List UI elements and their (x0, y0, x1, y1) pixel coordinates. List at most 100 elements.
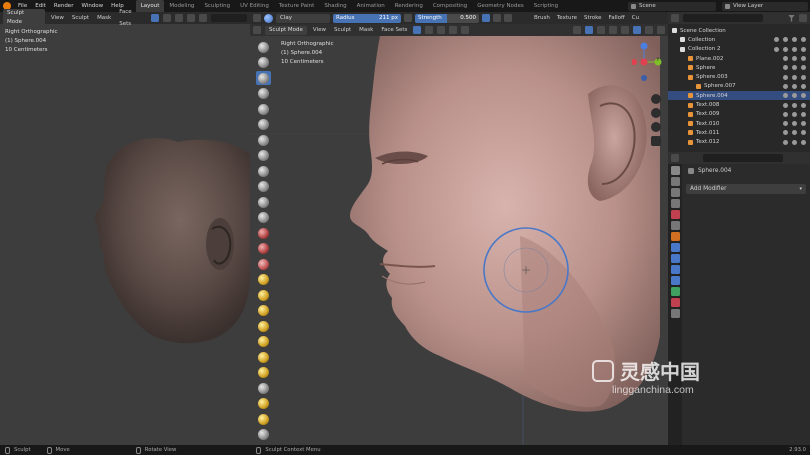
outliner-row[interactable]: Text.011 (668, 128, 810, 137)
brush-menu[interactable]: Brush (532, 12, 552, 24)
eye-icon[interactable] (792, 74, 797, 80)
camera-view-icon[interactable] (651, 122, 661, 132)
outliner-row[interactable]: Text.010 (668, 119, 810, 128)
workspace-tab-modeling[interactable]: Modeling (164, 0, 199, 12)
falloff-menu[interactable]: Falloff (607, 12, 627, 24)
gizmo-neg-z-axis[interactable] (641, 75, 647, 81)
cursor-menu[interactable]: Cu (630, 12, 641, 24)
eye-icon[interactable] (792, 102, 797, 108)
world-tab-icon[interactable] (670, 221, 680, 230)
eye-icon[interactable] (792, 111, 797, 117)
left-menu-sculpt[interactable]: Sculpt (70, 12, 91, 24)
main-menu-view[interactable]: View (311, 24, 328, 36)
restrict-select-icon[interactable] (783, 130, 788, 136)
zoom-icon[interactable] (651, 94, 661, 104)
left-viewport[interactable]: Sculpt Mode View Sculpt Mask Face Sets R… (0, 9, 250, 445)
eye-icon[interactable] (792, 56, 797, 62)
shading-wireframe-icon[interactable] (621, 26, 629, 34)
constraints-tab-icon[interactable] (670, 276, 680, 285)
shading-rendered-icon[interactable] (657, 26, 665, 34)
outliner-row[interactable]: Sphere.003 (668, 72, 810, 81)
tool-tab-icon[interactable] (670, 166, 680, 175)
restrict-select-icon[interactable] (783, 83, 788, 89)
gizmo-neg-y-axis[interactable] (631, 59, 637, 65)
main-menu-face-sets[interactable]: Face Sets (379, 24, 409, 36)
restrict-select-icon[interactable] (783, 121, 788, 127)
left-menu-view[interactable]: View (49, 12, 66, 24)
navigation-gizmo[interactable]: Y (631, 40, 666, 84)
outliner-row[interactable]: Text.009 (668, 110, 810, 119)
main-symmetry-y-icon[interactable] (425, 26, 434, 34)
workspace-tab-rendering[interactable]: Rendering (390, 0, 428, 12)
camera-render-icon[interactable] (801, 65, 806, 71)
radius-slider[interactable]: Radius 211 px (333, 13, 401, 23)
view-layer-tab-icon[interactable] (670, 199, 680, 208)
workspace-tab-scripting[interactable]: Scripting (529, 0, 563, 12)
camera-render-icon[interactable] (801, 46, 806, 52)
brush-preview-icon[interactable] (264, 13, 273, 23)
camera-render-icon[interactable] (801, 139, 806, 145)
xray-toggle-icon[interactable] (609, 26, 617, 34)
object-tab-icon[interactable] (670, 232, 680, 241)
outliner-row[interactable]: Sphere.007 (668, 82, 810, 91)
direction-subtract-icon[interactable] (504, 14, 512, 22)
physics-tab-icon[interactable] (670, 265, 680, 274)
outliner-row[interactable]: Text.012 (668, 138, 810, 147)
gizmo-toggle-icon[interactable] (585, 26, 593, 34)
workspace-tab-uv-editing[interactable]: UV Editing (235, 0, 274, 12)
new-collection-icon[interactable] (799, 14, 807, 22)
left-render-icon[interactable] (199, 14, 208, 22)
eye-icon[interactable] (792, 130, 797, 136)
restrict-select-icon[interactable] (783, 139, 788, 145)
stroke-menu[interactable]: Stroke (582, 12, 604, 24)
camera-render-icon[interactable] (801, 111, 806, 117)
eye-icon[interactable] (792, 93, 797, 99)
strength-slider[interactable]: Strength 0.500 (415, 13, 479, 23)
left-shading-icon[interactable] (163, 14, 172, 22)
left-xray-icon[interactable] (187, 14, 196, 22)
gizmo-x-axis[interactable] (640, 58, 648, 66)
modifier-tab-icon[interactable] (670, 243, 680, 252)
radius-pressure-icon[interactable] (404, 14, 412, 22)
eye-icon[interactable] (792, 121, 797, 127)
texture-tab-icon[interactable] (670, 309, 680, 318)
render-tab-icon[interactable] (670, 177, 680, 186)
menu-window[interactable]: Window (77, 0, 107, 12)
restrict-select-icon[interactable] (783, 102, 788, 108)
add-modifier-dropdown[interactable]: Add Modifier ▾ (686, 184, 806, 194)
main-remesh-icon[interactable] (461, 26, 470, 34)
gizmo-z-axis[interactable] (640, 42, 648, 50)
menu-render[interactable]: Render (50, 0, 78, 12)
tool-settings-icon[interactable] (253, 14, 261, 22)
filter-icon[interactable] (788, 14, 795, 22)
collection-checkbox[interactable] (774, 46, 779, 52)
strength-pressure-icon[interactable] (482, 14, 490, 22)
outliner-editor-icon[interactable] (671, 14, 679, 22)
camera-render-icon[interactable] (801, 121, 806, 127)
data-tab-icon[interactable] (670, 287, 680, 296)
scene-selector[interactable]: Scene (628, 1, 716, 11)
direction-add-icon[interactable] (493, 14, 501, 22)
outliner-row[interactable]: Collection (668, 35, 810, 44)
camera-render-icon[interactable] (801, 83, 806, 89)
workspace-tab-animation[interactable]: Animation (352, 0, 390, 12)
eye-icon[interactable] (792, 37, 797, 43)
camera-render-icon[interactable] (801, 93, 806, 99)
restrict-select-icon[interactable] (783, 93, 788, 99)
overlay-toggle-icon[interactable] (597, 26, 605, 34)
shading-solid-icon[interactable] (633, 26, 641, 34)
material-tab-icon[interactable] (670, 298, 680, 307)
particles-tab-icon[interactable] (670, 254, 680, 263)
properties-editor-icon[interactable] (671, 154, 679, 162)
workspace-tab-sculpting[interactable]: Sculpting (199, 0, 235, 12)
left-symmetry-icon[interactable] (151, 14, 160, 22)
left-overlay-icon[interactable] (175, 14, 184, 22)
outliner-row[interactable]: Scene Collection (668, 26, 810, 35)
camera-render-icon[interactable] (801, 74, 806, 80)
restrict-select-icon[interactable] (783, 56, 788, 62)
perspective-toggle-icon[interactable] (651, 136, 661, 146)
shading-material-icon[interactable] (645, 26, 653, 34)
eye-icon[interactable] (792, 139, 797, 145)
camera-render-icon[interactable] (801, 37, 806, 43)
camera-render-icon[interactable] (801, 56, 806, 62)
